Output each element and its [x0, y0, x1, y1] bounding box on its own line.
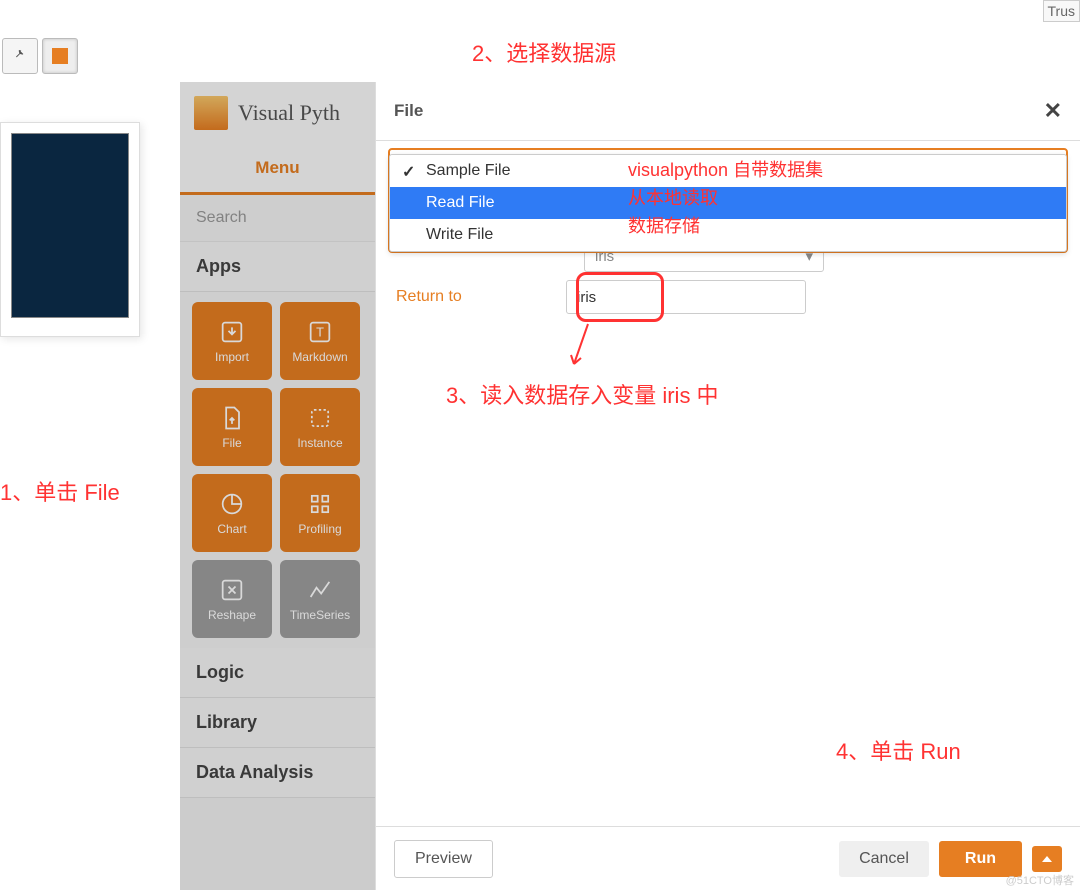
section-data-analysis[interactable]: Data Analysis [180, 748, 375, 798]
dialog-footer: Preview Cancel Run [376, 826, 1080, 890]
pin-button[interactable] [2, 38, 38, 74]
dialog-titlebar: File ✕ [376, 82, 1080, 141]
app-profiling[interactable]: Profiling [280, 474, 360, 552]
reshape-icon [218, 576, 246, 604]
pin-icon [12, 48, 28, 64]
section-logic[interactable]: Logic [180, 648, 375, 698]
stop-icon [52, 48, 68, 64]
app-chart[interactable]: Chart [192, 474, 272, 552]
import-icon [218, 318, 246, 346]
app-markdown-label: Markdown [292, 350, 347, 364]
annotation-4: 4、单击 Run [836, 734, 961, 766]
cell-preview-output [11, 133, 129, 318]
return-to-label: Return to [396, 288, 526, 306]
app-instance[interactable]: Instance [280, 388, 360, 466]
cancel-button[interactable]: Cancel [839, 841, 929, 877]
preview-button[interactable]: Preview [394, 840, 493, 878]
caret-up-icon [1042, 855, 1052, 863]
app-instance-label: Instance [297, 436, 342, 450]
highlight-box [576, 272, 664, 322]
app-import[interactable]: Import [192, 302, 272, 380]
arrow-icon [566, 320, 594, 372]
app-file[interactable]: File [192, 388, 272, 466]
annotation-1: 1、单击 File [0, 475, 120, 507]
apps-grid: Import T Markdown File Instance Chart Pr… [180, 292, 375, 648]
app-markdown[interactable]: T Markdown [280, 302, 360, 380]
dropdown-option-read[interactable]: Read File [390, 187, 1066, 219]
profiling-icon [306, 490, 334, 518]
instance-icon [306, 404, 334, 432]
vp-logo-icon [194, 96, 228, 130]
app-reshape[interactable]: Reshape [192, 560, 272, 638]
mini-toolbar [2, 38, 78, 74]
dropdown-option-sample[interactable]: Sample File [390, 155, 1066, 187]
app-import-label: Import [215, 350, 249, 364]
run-dropdown-button[interactable] [1032, 846, 1062, 872]
dropdown-option-write[interactable]: Write File [390, 219, 1066, 251]
app-reshape-label: Reshape [208, 608, 256, 622]
file-icon [218, 404, 246, 432]
watermark: @51CTO博客 [1006, 872, 1074, 888]
svg-text:T: T [316, 325, 324, 340]
vp-title: Visual Pyth [238, 100, 340, 126]
app-file-label: File [222, 436, 241, 450]
file-dialog: File ✕ iris ▾ Sample File Read File Writ… [375, 82, 1080, 890]
app-timeseries[interactable]: TimeSeries [280, 560, 360, 638]
chart-icon [218, 490, 246, 518]
file-mode-dropdown: Sample File Read File Write File [388, 148, 1068, 253]
app-chart-label: Chart [217, 522, 246, 536]
vp-header: Visual Pyth [180, 82, 375, 144]
section-apps[interactable]: Apps [180, 242, 375, 292]
markdown-icon: T [306, 318, 334, 346]
dialog-title: File [394, 101, 423, 121]
annotation-3: 3、读入数据存入变量 iris 中 [446, 378, 719, 410]
tab-menu[interactable]: Menu [180, 144, 375, 195]
visual-python-panel: Visual Pyth Menu Search Apps Import T Ma… [180, 82, 375, 890]
search-input[interactable]: Search [180, 195, 375, 242]
stop-button[interactable] [42, 38, 78, 74]
app-timeseries-label: TimeSeries [290, 608, 350, 622]
app-profiling-label: Profiling [298, 522, 341, 536]
annotation-2: 2、选择数据源 [472, 36, 616, 68]
timeseries-icon [306, 576, 334, 604]
cell-preview [0, 122, 140, 337]
section-library[interactable]: Library [180, 698, 375, 748]
trust-indicator: Trus [1043, 0, 1080, 22]
close-icon[interactable]: ✕ [1044, 98, 1062, 124]
